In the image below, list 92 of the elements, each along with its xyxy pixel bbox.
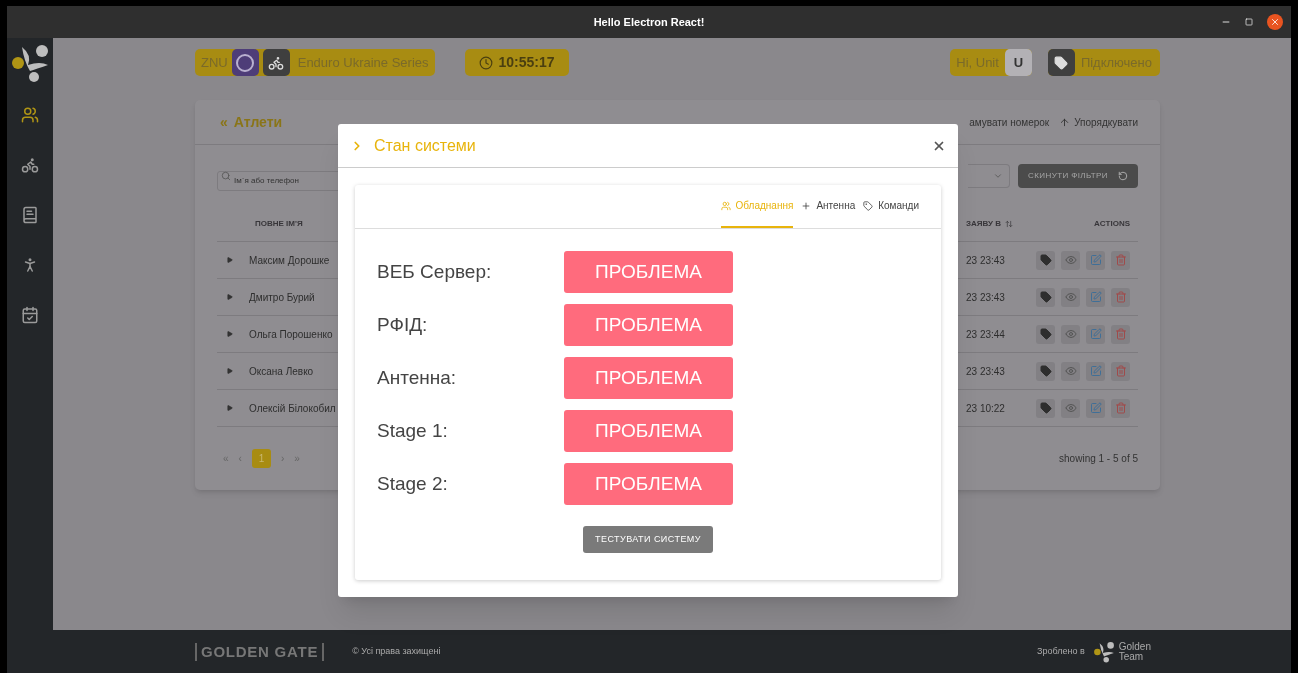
sort-link[interactable]: Упорядкувати: [1074, 114, 1138, 130]
column-header: ПОВНЕ ІМ'Я: [255, 218, 303, 230]
eye-icon: [1064, 254, 1077, 266]
edit-icon: [1089, 291, 1102, 303]
athlete-name: Олексій Білокобил: [249, 401, 336, 416]
eye-icon: [1064, 291, 1077, 303]
reset-filters-button[interactable]: СКИНУТИ ФІЛЬТРИ: [1018, 164, 1138, 188]
plus-icon: [801, 200, 812, 211]
card-title: Атлети: [233, 112, 283, 132]
avatar: U: [1004, 49, 1032, 76]
bicycle-icon: [268, 54, 285, 71]
users-icon[interactable]: [21, 106, 39, 124]
calendar-icon[interactable]: [21, 306, 39, 324]
trash-icon: [1114, 365, 1127, 377]
tag-icon: [1039, 402, 1052, 414]
trash-icon: [1114, 402, 1127, 414]
athlete-name: Ольга Порошенко: [249, 327, 333, 342]
tag-action[interactable]: [1036, 324, 1055, 344]
clock-icon: [478, 55, 493, 70]
registration-time: 23 23:43: [966, 364, 1006, 379]
eye-icon: [1064, 328, 1077, 340]
registration-time: 23 23:44: [966, 327, 1006, 342]
logo-icon: [10, 42, 50, 84]
copyright: © Усі права захищені: [352, 644, 441, 658]
brand-logo: GOLDEN GATE: [195, 642, 325, 661]
athlete-name: Дмитро Бурий: [249, 290, 315, 305]
tag-icon: [1039, 365, 1052, 377]
tab[interactable]: Обладнання: [720, 185, 794, 228]
status-indicator: ПРОБЛЕМА: [564, 357, 733, 399]
arrow-up-icon: [1059, 116, 1071, 128]
tag-action[interactable]: [1036, 287, 1055, 307]
eye-icon: [1064, 365, 1077, 377]
expand-icon[interactable]: [227, 294, 233, 300]
expand-icon[interactable]: [227, 331, 233, 337]
reset-icon: [1118, 171, 1128, 181]
status-indicator: ПРОБЛЕМА: [564, 463, 733, 505]
athlete-name: Максим Дорошке: [249, 253, 330, 268]
edit-icon: [1089, 365, 1102, 377]
chevron-down-icon: [993, 171, 1004, 181]
org-emblem-icon: [231, 49, 259, 76]
registration-time: 23 23:43: [966, 253, 1006, 268]
tag-icon: [1039, 254, 1052, 266]
edit-icon: [1089, 328, 1102, 340]
tag-icon: [863, 200, 874, 211]
eye-icon: [1064, 402, 1077, 414]
expand-icon[interactable]: [227, 257, 233, 263]
assign-number-link[interactable]: амувати номерок: [969, 114, 1050, 130]
status-indicator: ПРОБЛЕМА: [564, 251, 733, 293]
registration-time: 23 10:22: [966, 401, 1006, 416]
edit-icon: [1089, 254, 1102, 266]
clock-time: 10:55:17: [498, 53, 555, 72]
component-label: Stage 2:: [377, 471, 449, 496]
close-button[interactable]: [1267, 14, 1283, 30]
book-icon[interactable]: [21, 206, 39, 224]
component-label: Stage 1:: [377, 418, 449, 443]
team-name: Team: [1118, 651, 1145, 662]
tag-icon: [1054, 55, 1069, 70]
trash-icon: [1114, 291, 1127, 303]
expand-icon[interactable]: [227, 368, 233, 374]
sort-icon[interactable]: [1005, 220, 1013, 228]
team-name: Golden: [1118, 641, 1151, 652]
tag-action[interactable]: [1036, 250, 1055, 270]
tag-icon: [1039, 291, 1052, 303]
maximize-icon[interactable]: [1245, 18, 1253, 26]
expand-icon[interactable]: [227, 405, 233, 411]
column-header: ACTIONS: [1093, 218, 1131, 230]
component-label: Антенна:: [377, 365, 458, 390]
made-by-label: Зроблено в: [1037, 644, 1085, 658]
tag-action[interactable]: [1036, 398, 1055, 418]
tab[interactable]: Антенна: [801, 185, 856, 228]
team-logo-icon: [1092, 640, 1115, 663]
window-title: Hello Electron React!: [593, 14, 705, 30]
athlete-name: Оксана Левко: [249, 364, 314, 379]
test-system-button[interactable]: ТЕСТУВАТИ СИСТЕМУ: [583, 526, 713, 553]
tag-action[interactable]: [1036, 361, 1055, 381]
search-icon: [221, 171, 231, 181]
registration-time: 23 23:43: [966, 290, 1006, 305]
status-indicator: ПРОБЛЕМА: [564, 410, 733, 452]
results-summary: showing 1 - 5 of 5: [1059, 452, 1138, 466]
trash-icon: [1114, 254, 1127, 266]
trash-icon: [1114, 328, 1127, 340]
dialog-title: Стан системи: [374, 135, 476, 156]
column-header[interactable]: ЗАЯВУ В: [966, 218, 1001, 230]
component-label: ВЕБ Сервер:: [377, 259, 493, 284]
close-icon: [1270, 17, 1280, 27]
component-label: РФІД:: [377, 312, 429, 337]
bicycle-icon[interactable]: [21, 156, 39, 174]
tag-icon: [1039, 328, 1052, 340]
status-indicator: ПРОБЛЕМА: [564, 304, 733, 346]
edit-icon: [1089, 402, 1102, 414]
users-icon: [720, 200, 731, 211]
tab[interactable]: Команди: [863, 185, 919, 228]
